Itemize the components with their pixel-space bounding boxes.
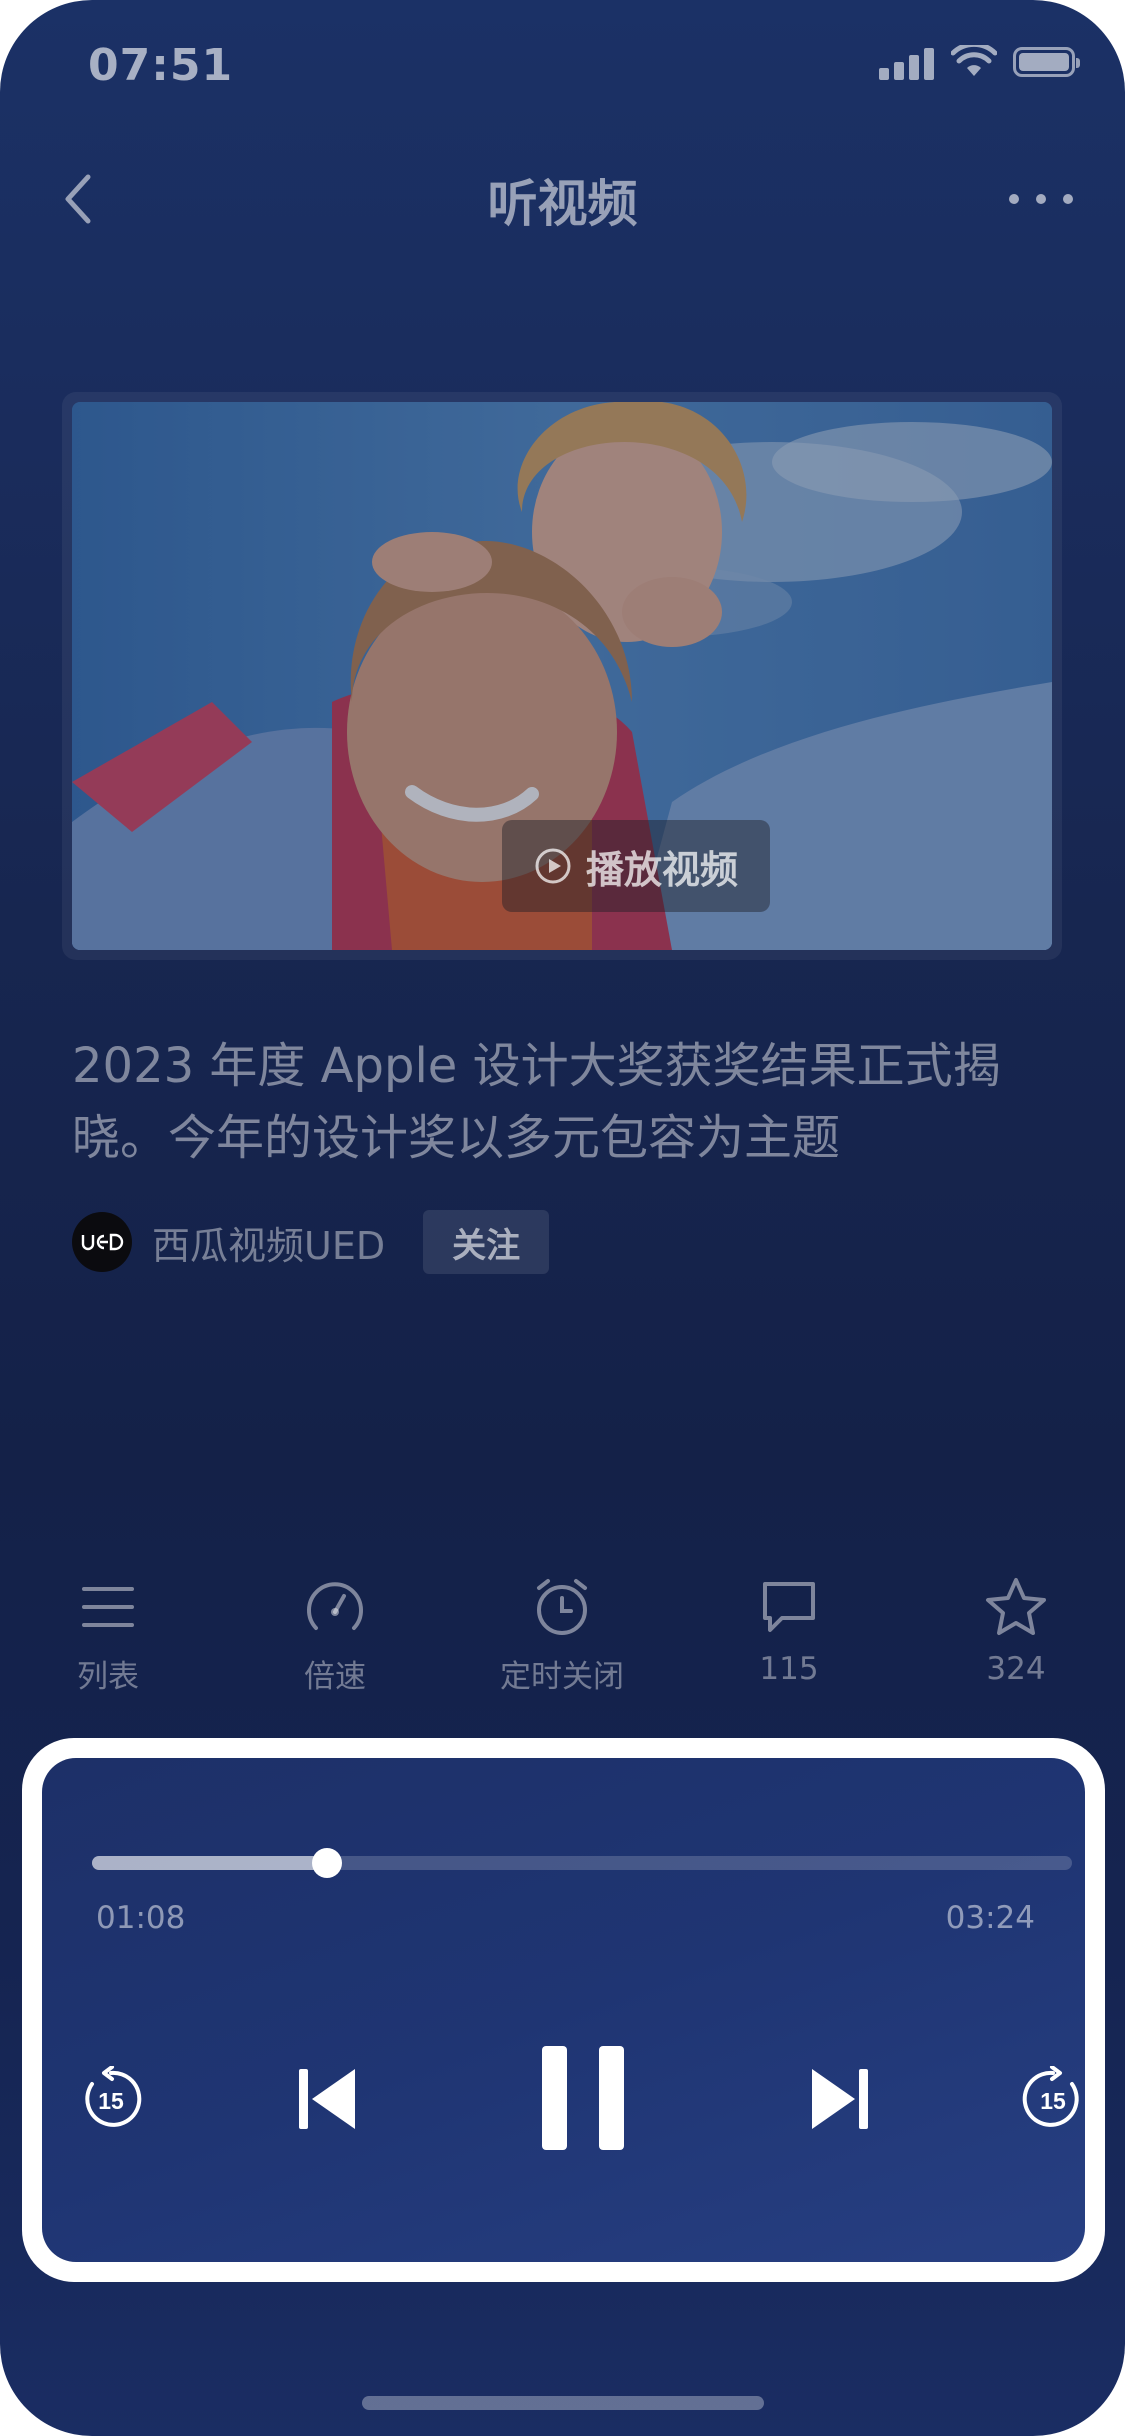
rewind-15-button[interactable]: 15 — [66, 2056, 156, 2142]
author-name[interactable]: 西瓜视频UED — [152, 1215, 385, 1270]
pause-icon — [542, 2046, 624, 2150]
rewind-seconds: 15 — [98, 2088, 124, 2114]
video-thumbnail[interactable]: 播放视频 — [72, 402, 1052, 950]
home-indicator[interactable] — [362, 2396, 764, 2410]
avatar[interactable] — [72, 1212, 132, 1272]
player-highlight-frame: 01:08 03:24 15 15 — [22, 1738, 1105, 2282]
status-time: 07:51 — [88, 40, 234, 91]
action-bar: 列表 倍速 定时关闭 115 324 — [0, 1575, 1125, 1695]
play-circle-icon — [535, 848, 571, 884]
rewind-15-icon: 15 — [85, 2066, 142, 2127]
page-title: 听视频 — [487, 175, 638, 233]
ued-logo-icon — [81, 1233, 124, 1251]
more-horizontal-icon — [1009, 194, 1019, 204]
skip-previous-icon — [299, 2069, 355, 2129]
status-icons — [879, 44, 1080, 80]
action-favorite[interactable]: 324 — [916, 1575, 1116, 1687]
cellular-signal-icon — [879, 44, 935, 80]
star-icon — [986, 1578, 1046, 1635]
alarm-clock-icon — [537, 1579, 587, 1635]
progress-fill — [92, 1856, 328, 1870]
forward-15-button[interactable]: 15 — [1008, 2056, 1098, 2142]
author-row: 西瓜视频UED 关注 — [72, 1210, 550, 1274]
skip-next-icon — [812, 2069, 868, 2129]
play-video-button[interactable]: 播放视频 — [502, 820, 770, 912]
current-time: 01:08 — [96, 1900, 186, 1936]
app-screen: 07:51 听视频 播放视频 2023 年度 Apple 设计大奖获奖结果正式揭… — [0, 0, 1125, 2436]
battery-icon — [1013, 47, 1080, 77]
video-card[interactable]: 播放视频 — [62, 392, 1062, 960]
audio-player: 01:08 03:24 15 15 — [42, 1758, 1085, 2262]
action-comments[interactable]: 115 — [689, 1575, 889, 1687]
action-favorite-count: 324 — [986, 1651, 1046, 1687]
comment-icon — [763, 1582, 815, 1632]
forward-15-icon: 15 — [1022, 2066, 1079, 2127]
list-icon — [82, 1587, 134, 1627]
previous-track-button[interactable] — [292, 2056, 362, 2142]
action-speed-label: 倍速 — [304, 1659, 366, 1695]
action-timer[interactable]: 定时关闭 — [462, 1575, 662, 1696]
forward-seconds: 15 — [1040, 2088, 1066, 2114]
total-time: 03:24 — [945, 1900, 1035, 1936]
speedometer-icon — [307, 1582, 363, 1630]
action-timer-label: 定时关闭 — [500, 1659, 624, 1695]
pause-button[interactable] — [532, 2040, 634, 2156]
progress-knob[interactable] — [312, 1848, 343, 1878]
follow-button[interactable]: 关注 — [423, 1210, 550, 1274]
next-track-button[interactable] — [805, 2056, 875, 2142]
progress-bar[interactable] — [92, 1848, 1072, 1878]
wifi-icon — [951, 45, 997, 76]
action-comments-count: 115 — [759, 1651, 819, 1687]
action-speed[interactable]: 倍速 — [235, 1575, 435, 1696]
action-list-label: 列表 — [77, 1659, 139, 1695]
more-button[interactable] — [1009, 176, 1073, 222]
action-list[interactable]: 列表 — [8, 1575, 208, 1696]
article-title: 2023 年度 Apple 设计大奖获奖结果正式揭晓。今年的设计奖以多元包容为主… — [72, 1038, 1001, 1166]
play-video-label: 播放视频 — [585, 847, 738, 892]
